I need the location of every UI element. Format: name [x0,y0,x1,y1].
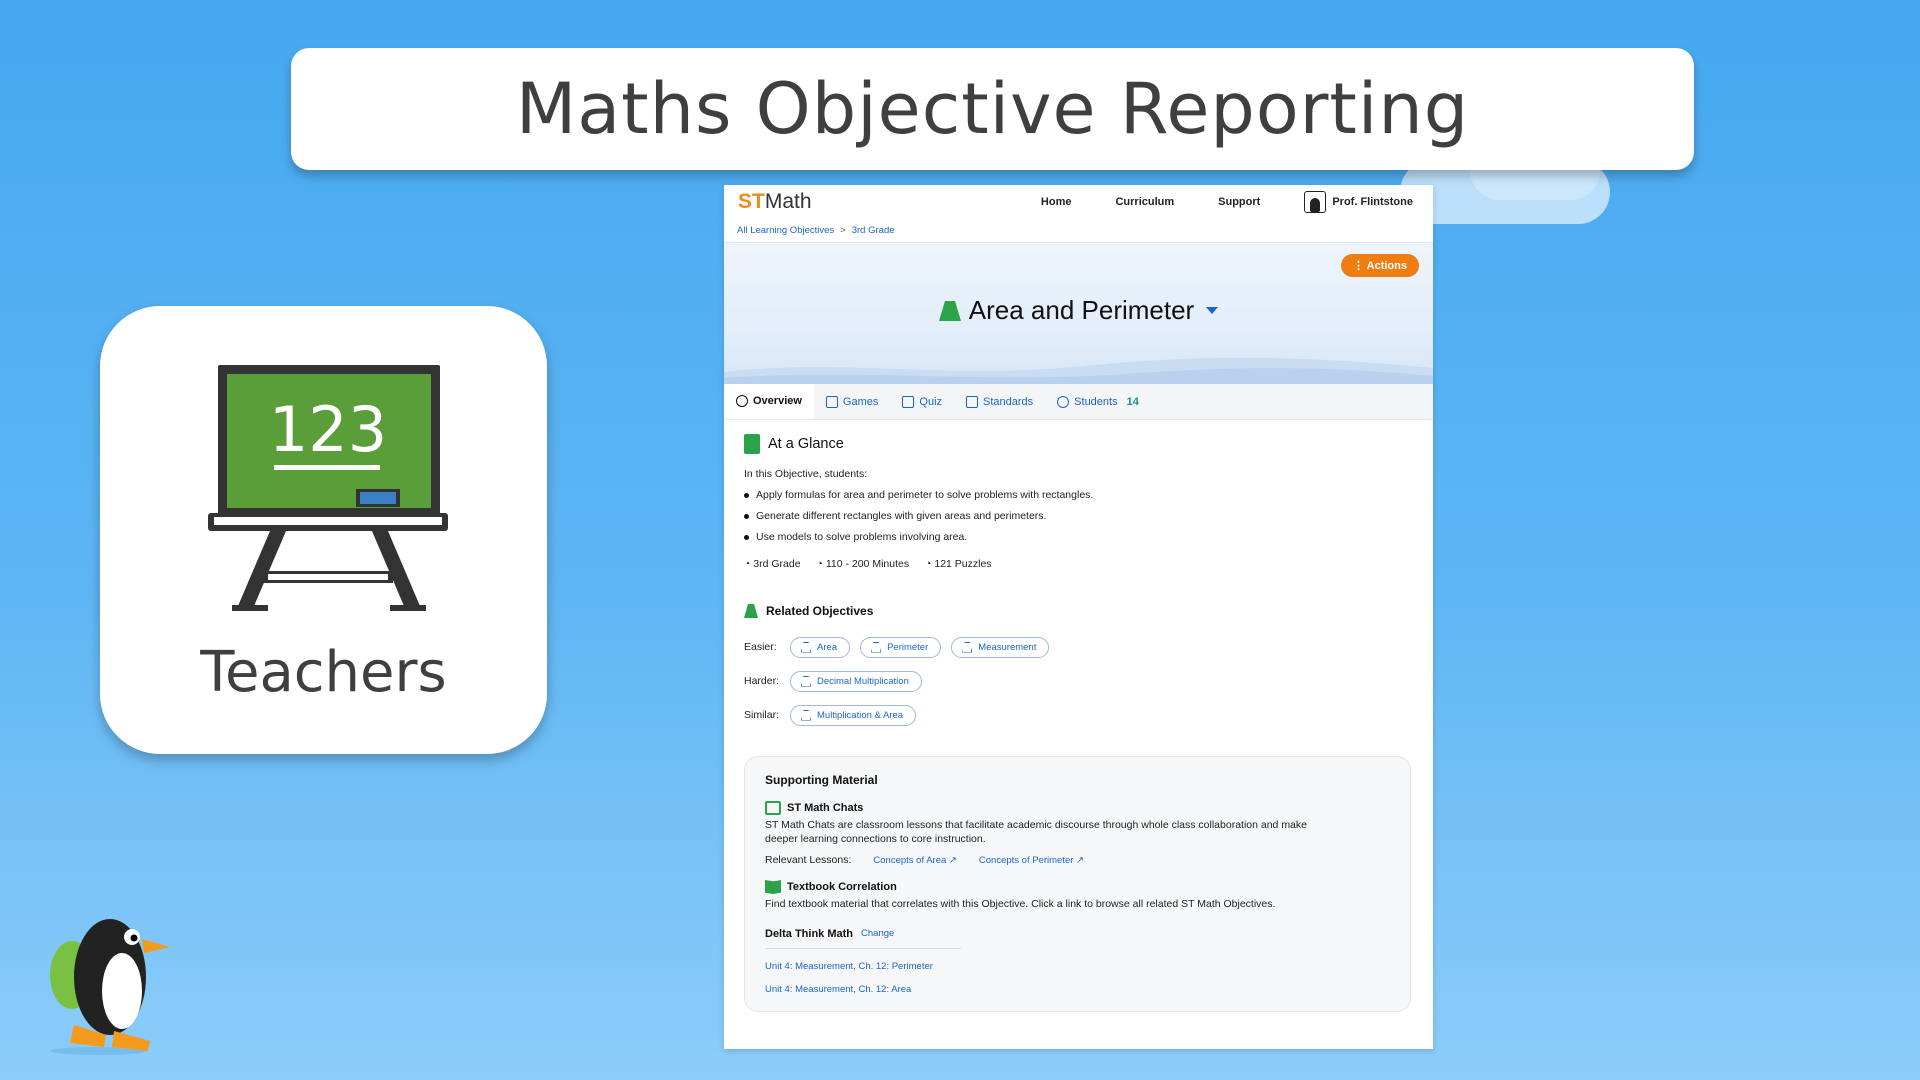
clipboard-icon [966,395,979,408]
related-pill-perimeter[interactable]: Perimeter [860,636,942,658]
chat-board-icon [765,801,781,815]
tab-label: Quiz [919,395,943,408]
nav-support[interactable]: Support [1218,196,1260,208]
objective-title-row[interactable]: Area and Perimeter [724,295,1433,326]
overview-content: At a Glance In this Objective, students:… [724,420,1433,1026]
teachers-label: Teachers [200,640,447,705]
breadcrumb: All Learning Objectives > 3rd Grade [724,219,1433,243]
chevron-down-icon [1206,307,1219,314]
objective-title: Area and Perimeter [968,295,1195,325]
info-icon [736,394,748,407]
similar-row: Similar: Multiplication & Area [744,698,1413,732]
chalkboard-icon: 123 [208,365,448,611]
logo-st: ST [738,190,765,213]
penguin-mascot-icon [50,919,170,1055]
list-item: Generate different rectangles with given… [744,506,1413,527]
breadcrumb-current[interactable]: 3rd Grade [852,225,895,236]
related-pill-decimal-multiplication[interactable]: Decimal Multiplication [790,670,922,692]
chats-heading: ST Math Chats [765,801,1390,815]
students-count: 14 [1126,395,1139,408]
tab-label: Games [842,395,879,408]
at-a-glance-heading: At a Glance [744,434,1413,454]
slide-title: Maths Objective Reporting [515,68,1470,150]
user-name: Prof. Flintstone [1332,196,1413,208]
book-icon [744,434,760,454]
hero-wave-decoration [724,357,1433,384]
tab-games[interactable]: Games [814,384,890,419]
trapezoid-icon [744,604,758,618]
at-a-glance-title: At a Glance [768,436,844,452]
related-title: Related Objectives [766,604,874,618]
relevant-lessons: Relevant Lessons: Concepts of Area Conce… [765,854,1390,866]
objective-bullets: Apply formulas for area and perimeter to… [744,485,1413,548]
stmath-app-window: STMath Home Curriculum Support Prof. Fli… [724,185,1433,1049]
actions-button[interactable]: ⋮ Actions [1341,254,1419,277]
related-pill-measurement[interactable]: Measurement [951,636,1050,658]
tab-students[interactable]: Students 14 [1045,384,1151,419]
tab-label: Overview [753,394,802,407]
gamepad-icon [825,395,838,408]
change-textbook-link[interactable]: Change [861,928,894,939]
textbook-name: Delta Think Math [765,927,854,940]
tab-overview[interactable]: Overview [724,384,814,419]
chats-description: ST Math Chats are classroom lessons that… [765,819,1307,845]
tab-standards[interactable]: Standards [954,384,1045,419]
objective-meta: 3rd Grade 110 - 200 Minutes 121 Puzzles [744,558,1413,570]
avatar [1304,191,1327,213]
objective-trapezoid-icon [938,300,961,321]
tab-label: Standards [983,395,1034,408]
harder-label: Harder: [744,675,780,687]
similar-label: Similar: [744,709,780,721]
student-icon [1057,395,1070,408]
harder-row: Harder: Decimal Multiplication [744,664,1413,698]
minutes-meta: 110 - 200 Minutes [817,558,909,570]
textbook-heading: Textbook Correlation [765,880,1390,894]
actions-label: Actions [1366,260,1407,272]
objective-tabs: Overview Games Quiz Standards Students 14 [724,384,1433,420]
easier-row: Easier: Area Perimeter Measurement [744,630,1413,664]
logo-math: Math [764,190,812,213]
related-objectives: Related Objectives Easier: Area Perimete… [744,604,1413,732]
open-book-icon [765,880,781,894]
tab-quiz[interactable]: Quiz [890,384,954,419]
breadcrumb-separator: > [840,225,846,236]
textbook-description: Find textbook material that correlates w… [765,898,1276,910]
slide-title-card: Maths Objective Reporting [291,48,1694,170]
textbook-selector: Delta Think Math Change [765,928,961,949]
board-number: 123 [269,393,387,466]
unit-link-perimeter[interactable]: Unit 4: Measurement, Ch. 12: Perimeter [765,961,1390,972]
supporting-title: Supporting Material [765,773,878,787]
quiz-icon [902,395,915,408]
easier-label: Easier: [744,641,777,653]
unit-link-area[interactable]: Unit 4: Measurement, Ch. 12: Area [765,984,1390,995]
related-objectives-heading: Related Objectives [744,604,1413,618]
lesson-link-area[interactable]: Concepts of Area [873,855,957,866]
grade-meta: 3rd Grade [744,558,800,570]
related-pill-area[interactable]: Area [790,636,851,658]
relevant-label: Relevant Lessons: [765,854,852,866]
related-pill-multiplication-area[interactable]: Multiplication & Area [790,704,917,726]
teachers-card: 123 Teachers [100,306,547,754]
objective-header: ⋮ Actions Area and Perimeter [724,243,1433,384]
tab-label: Students [1074,395,1118,408]
list-item: Use models to solve problems involving a… [744,527,1413,548]
lesson-link-perimeter[interactable]: Concepts of Perimeter [979,855,1084,866]
glance-intro: In this Objective, students: [744,468,868,480]
nav-home[interactable]: Home [1041,196,1072,208]
chats-title: ST Math Chats [787,802,864,814]
stmath-logo[interactable]: STMath [738,190,812,214]
supporting-material-panel: Supporting Material ST Math Chats ST Mat… [744,756,1411,1012]
nav-curriculum[interactable]: Curriculum [1115,196,1174,208]
puzzles-meta: 121 Puzzles [925,558,991,570]
user-menu[interactable]: Prof. Flintstone [1304,191,1413,213]
breadcrumb-root[interactable]: All Learning Objectives [737,225,834,236]
textbook-title: Textbook Correlation [787,881,897,893]
list-item: Apply formulas for area and perimeter to… [744,485,1413,506]
top-nav: STMath Home Curriculum Support Prof. Fli… [724,185,1433,219]
